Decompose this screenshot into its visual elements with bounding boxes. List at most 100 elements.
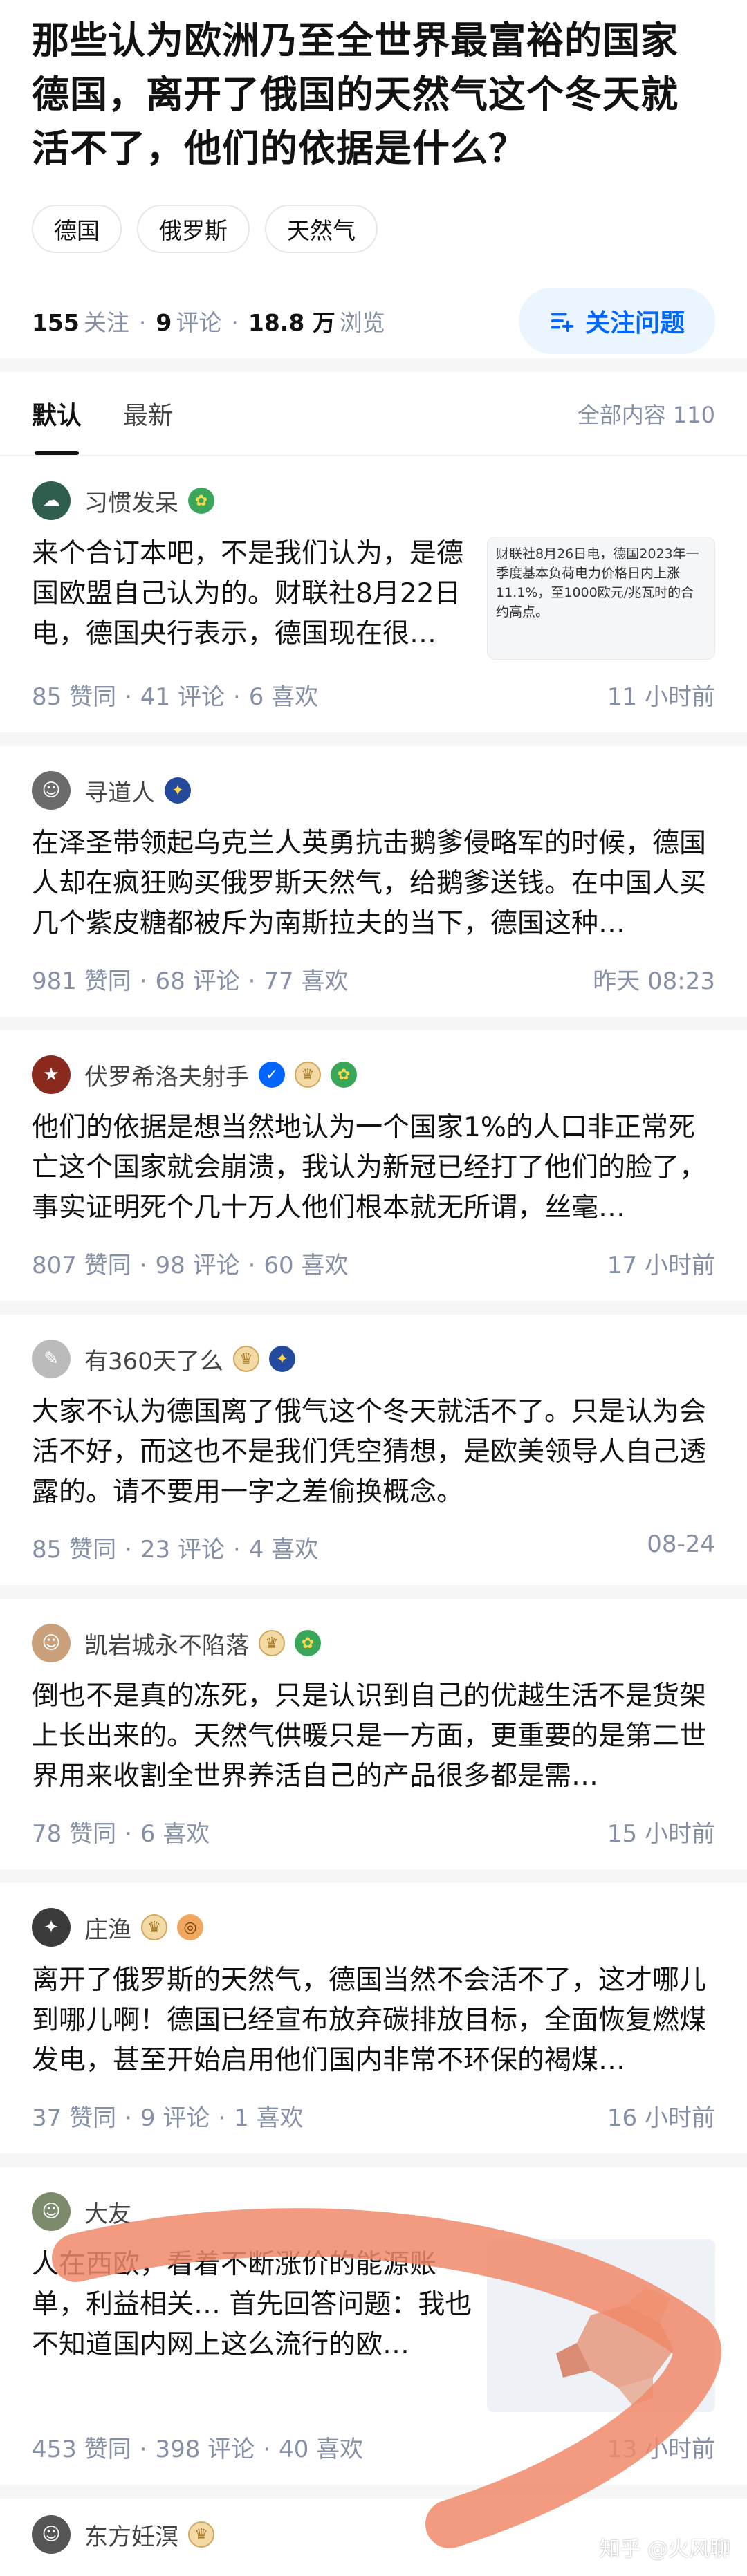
answer-time: 08-24: [647, 1530, 715, 1558]
comments-label: 评论: [176, 309, 222, 336]
avatar[interactable]: ✎: [32, 1340, 71, 1378]
avatar[interactable]: ✦: [32, 1908, 71, 1947]
avatar[interactable]: ☺: [32, 2192, 71, 2231]
favs-count: 40: [279, 2436, 309, 2463]
favs-count: 77: [264, 967, 294, 995]
answer-meta: 78 赞同 · 6 喜欢 15 小时前: [32, 1815, 715, 1848]
author-name[interactable]: 大友: [84, 2195, 131, 2229]
followers-label: 关注: [83, 309, 129, 336]
answer-card[interactable]: ☺ 大友 人在西欧，看着不断涨价的能源账单，利益相关… 首先回答问题：我也不知道…: [0, 2167, 747, 2485]
favs-count: 4: [248, 1536, 264, 1564]
comments-label: 评论: [192, 967, 240, 995]
question-stats: 155 关注 · 9 评论 · 18.8 万浏览: [32, 309, 385, 336]
topic-tag[interactable]: 俄罗斯: [137, 205, 250, 253]
europe-map-icon: [487, 2239, 715, 2412]
favs-count: 1: [234, 2104, 249, 2132]
answer-card[interactable]: ✦ 庄渔 ♛ ◎ 离开了俄罗斯的天然气，德国当然不会活不了，这才哪儿到哪儿啊！德…: [0, 1883, 747, 2153]
comments-count: 98: [155, 1252, 185, 1279]
favs-label: 喜欢: [301, 1252, 349, 1279]
author-name[interactable]: 有360天了么: [84, 1342, 223, 1376]
crown-badge-icon: ♛: [259, 1630, 285, 1656]
answer-excerpt[interactable]: 来个合订本吧，不是我们认为，是德国欧盟自己认为的。财联社8月22日电，德国央行表…: [32, 534, 473, 660]
answer-excerpt[interactable]: 人在西欧，看着不断涨价的能源账单，利益相关… 首先回答问题：我也不知道国内网上这…: [32, 2245, 473, 2412]
answer-card[interactable]: ✎ 有360天了么 ♛ ✦ 大家不认为德国离了俄气这个冬天就活不了。只是认为会活…: [0, 1315, 747, 1585]
map-thumbnail[interactable]: [487, 2239, 715, 2412]
answer-thumbnail[interactable]: 财联社8月26日电，德国2023年一季度基本负荷电力价格日内上涨11.1%，至1…: [487, 537, 715, 660]
answer-time: 16 小时前: [607, 2104, 715, 2132]
likes-label: 赞同: [84, 967, 131, 995]
answer-excerpt[interactable]: 大家不认为德国离了俄气这个冬天就活不了。只是认为会活不好，而这也不是我们凭空猜想…: [32, 1392, 715, 1512]
thumbnail-text: 财联社8月26日电，德国2023年一季度基本负荷电力价格日内上涨11.1%，至1…: [496, 546, 699, 620]
achievement-badge-icon: ✿: [331, 1062, 357, 1088]
answer-card[interactable]: ★ 伏罗希洛夫射手 ✓ ♛ ✿ 他们的依据是想当然地认为一个国家1%的人口非正常…: [0, 1030, 747, 1301]
add-list-icon: [551, 313, 574, 333]
answer-excerpt[interactable]: 在泽圣带领起乌克兰人英勇抗击鹅爹侵略军的时候，德国人却在疯狂购买俄罗斯天然气，给…: [32, 824, 715, 944]
crown-badge-icon: ♛: [141, 1914, 167, 1940]
likes-count: 981: [32, 967, 77, 995]
avatar[interactable]: ★: [32, 1055, 71, 1094]
likes-count: 807: [32, 1252, 77, 1279]
author-name[interactable]: 伏罗希洛夫射手: [84, 1058, 249, 1092]
comments-count: 9: [140, 2104, 156, 2132]
favs-label: 喜欢: [301, 967, 349, 995]
author-name[interactable]: 习惯发呆: [84, 484, 178, 518]
comments-label: 评论: [177, 1536, 225, 1564]
crown-badge-icon: ♛: [232, 1346, 259, 1372]
follow-question-button[interactable]: 关注问题: [518, 288, 715, 354]
tab-latest[interactable]: 最新: [123, 396, 173, 432]
question-header: 那些认为欧洲乃至全世界最富裕的国家德国，离开了俄国的天然气这个冬天就活不了，他们…: [0, 0, 747, 358]
answer-meta: 981 赞同 · 68 评论 · 77 喜欢 昨天 08:23: [32, 962, 715, 996]
crown-badge-icon: ♛: [188, 2521, 214, 2548]
author-name[interactable]: 庄渔: [84, 1911, 131, 1945]
followers-count: 155: [32, 309, 80, 336]
comments-label: 评论: [192, 1252, 240, 1279]
comments-count: 398: [155, 2436, 201, 2463]
topic-tag[interactable]: 天然气: [265, 205, 378, 253]
tab-default[interactable]: 默认: [32, 396, 82, 455]
comments-label: 评论: [208, 2436, 255, 2463]
comments-count: 68: [155, 967, 185, 995]
answer-tabs: 默认 最新 全部内容 110: [0, 372, 747, 456]
avatar[interactable]: ☺: [32, 1624, 71, 1662]
comments-count: 23: [140, 1536, 171, 1564]
answer-time: 11 小时前: [607, 683, 715, 711]
topic-tags: 德国 俄罗斯 天然气: [32, 205, 715, 253]
answer-excerpt[interactable]: 倒也不是真的冻死，只是认识到自己的优越生活不是货架上长出来的。天然气供暖只是一方…: [32, 1676, 715, 1797]
answer-excerpt[interactable]: 他们的依据是想当然地认为一个国家1%的人口非正常死亡这个国家就会崩溃，我认为新冠…: [32, 1108, 715, 1228]
favs-label: 喜欢: [256, 2104, 304, 2132]
achievement-badge-icon: ✿: [295, 1630, 321, 1656]
likes-label: 赞同: [84, 1252, 131, 1279]
question-title: 那些认为欧洲乃至全世界最富裕的国家德国，离开了俄国的天然气这个冬天就活不了，他们…: [32, 19, 679, 170]
verified-check-icon: ✓: [259, 1062, 285, 1088]
answer-meta: 85 赞同 · 41 评论 · 6 喜欢 11 小时前: [32, 678, 715, 712]
author-row: ☺ 大友: [32, 2191, 715, 2232]
answer-time: 17 小时前: [607, 1252, 715, 1279]
comments-label: 评论: [177, 683, 225, 711]
favs-count: 6: [248, 683, 264, 711]
favs-count: 6: [140, 1820, 156, 1848]
follow-button-label: 关注问题: [584, 309, 685, 337]
avatar[interactable]: ☺: [32, 2515, 71, 2554]
likes-count: 78: [32, 1820, 62, 1848]
author-name[interactable]: 东方妊溟: [84, 2518, 178, 2552]
author-row: ✦ 庄渔 ♛ ◎: [32, 1907, 715, 1948]
avatar[interactable]: ☺: [32, 771, 71, 810]
answer-card[interactable]: ☁ 习惯发呆 ✿ 来个合订本吧，不是我们认为，是德国欧盟自己认为的。财联社8月2…: [0, 456, 747, 732]
author-row: ✎ 有360天了么 ♛ ✦: [32, 1338, 715, 1380]
author-row: ★ 伏罗希洛夫射手 ✓ ♛ ✿: [32, 1054, 715, 1095]
author-name[interactable]: 寻道人: [84, 774, 155, 808]
likes-label: 赞同: [69, 2104, 117, 2132]
answer-card[interactable]: ☺ 寻道人 ✦ 在泽圣带领起乌克兰人英勇抗击鹅爹侵略军的时候，德国人却在疯狂购买…: [0, 746, 747, 1017]
likes-count: 85: [32, 1536, 62, 1564]
topic-tag[interactable]: 德国: [32, 205, 122, 253]
answer-meta: 807 赞同 · 98 评论 · 60 喜欢 17 小时前: [32, 1246, 715, 1280]
answer-time: 13 小时前: [607, 2436, 715, 2463]
avatar[interactable]: ☁: [32, 481, 71, 520]
all-content-count[interactable]: 全部内容 110: [578, 398, 715, 429]
answer-card[interactable]: ☺ 凯岩城永不陷落 ♛ ✿ 倒也不是真的冻死，只是认识到自己的优越生活不是货架上…: [0, 1599, 747, 1869]
author-name[interactable]: 凯岩城永不陷落: [84, 1627, 249, 1660]
answer-excerpt[interactable]: 离开了俄罗斯的天然气，德国当然不会活不了，这才哪儿到哪儿啊！德国已经宣布放弃碳排…: [32, 1961, 715, 2081]
answer-meta: 85 赞同 · 23 评论 · 4 喜欢 08-24: [32, 1530, 715, 1564]
author-row: ☁ 习惯发呆 ✿: [32, 480, 715, 521]
answer-meta: 453 赞同 · 398 评论 · 40 喜欢 13 小时前: [32, 2430, 715, 2464]
